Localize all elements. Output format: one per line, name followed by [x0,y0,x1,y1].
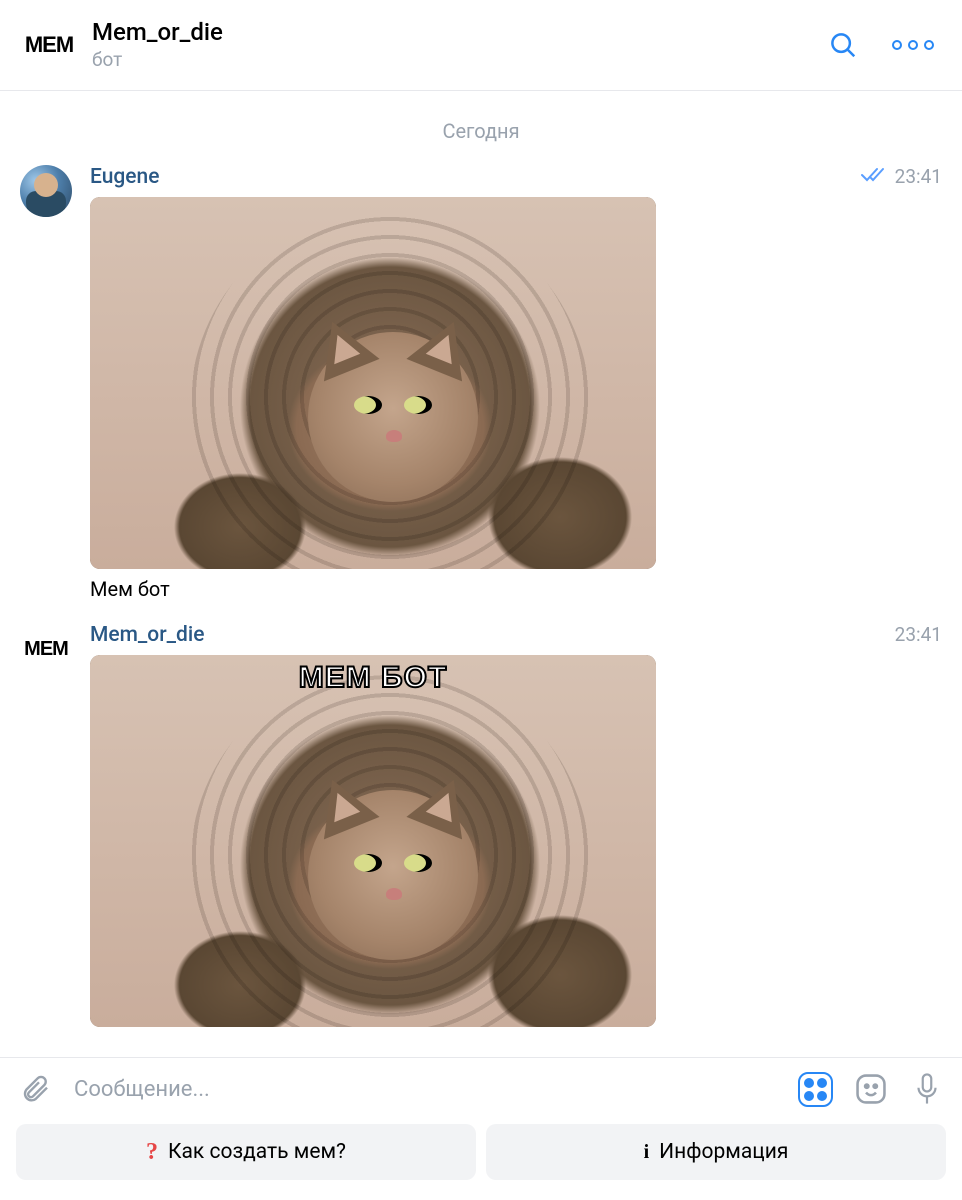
message-time: 23:41 [895,623,942,646]
image-attachment[interactable] [90,197,656,569]
attach-icon[interactable] [18,1072,52,1106]
quick-button-how-to[interactable]: ? Как создать мем? [16,1124,476,1180]
header-title-block[interactable]: Mem_or_die бот [92,18,828,72]
message: Eugene 23:41 Мем бот [20,165,942,601]
search-icon[interactable] [828,30,858,60]
sender-avatar[interactable] [20,165,72,217]
sender-avatar[interactable]: MEM [20,623,72,675]
quick-button-label: Как создать мем? [168,1140,346,1164]
message: MEM Mem_or_die 23:41 МЕМ БОТ [20,623,942,1027]
voice-icon[interactable] [910,1072,944,1106]
sticker-icon[interactable] [854,1072,888,1106]
chat-header: MEM Mem_or_die бот [0,0,962,91]
read-receipt-icon [861,165,885,188]
chat-area: Сегодня Eugene 23:41 Мем бот [0,91,962,1065]
sender-name[interactable]: Eugene [90,165,159,189]
message-caption: Мем бот [90,577,942,601]
quick-button-info[interactable]: i Информация [486,1124,946,1180]
mem-logo-text: MEM [25,32,73,58]
message-input[interactable]: Сообщение... [74,1077,776,1102]
apps-icon[interactable] [798,1072,832,1106]
more-icon[interactable] [892,40,934,50]
meme-overlay-text: МЕМ БОТ [90,661,656,695]
bot-avatar[interactable]: MEM [20,16,78,74]
info-icon: i [644,1141,650,1164]
chat-title: Mem_or_die [92,18,828,47]
question-icon: ? [146,1139,158,1166]
date-separator: Сегодня [20,109,942,165]
chat-subtitle: бот [92,49,828,72]
mem-logo-text: MEM [24,638,68,661]
sender-name[interactable]: Mem_or_die [90,623,205,647]
image-attachment[interactable]: МЕМ БОТ [90,655,656,1027]
composer-area: Сообщение... ? Как создать мем? i Информ… [0,1057,962,1200]
quick-button-label: Информация [659,1140,788,1164]
message-time: 23:41 [895,165,942,188]
